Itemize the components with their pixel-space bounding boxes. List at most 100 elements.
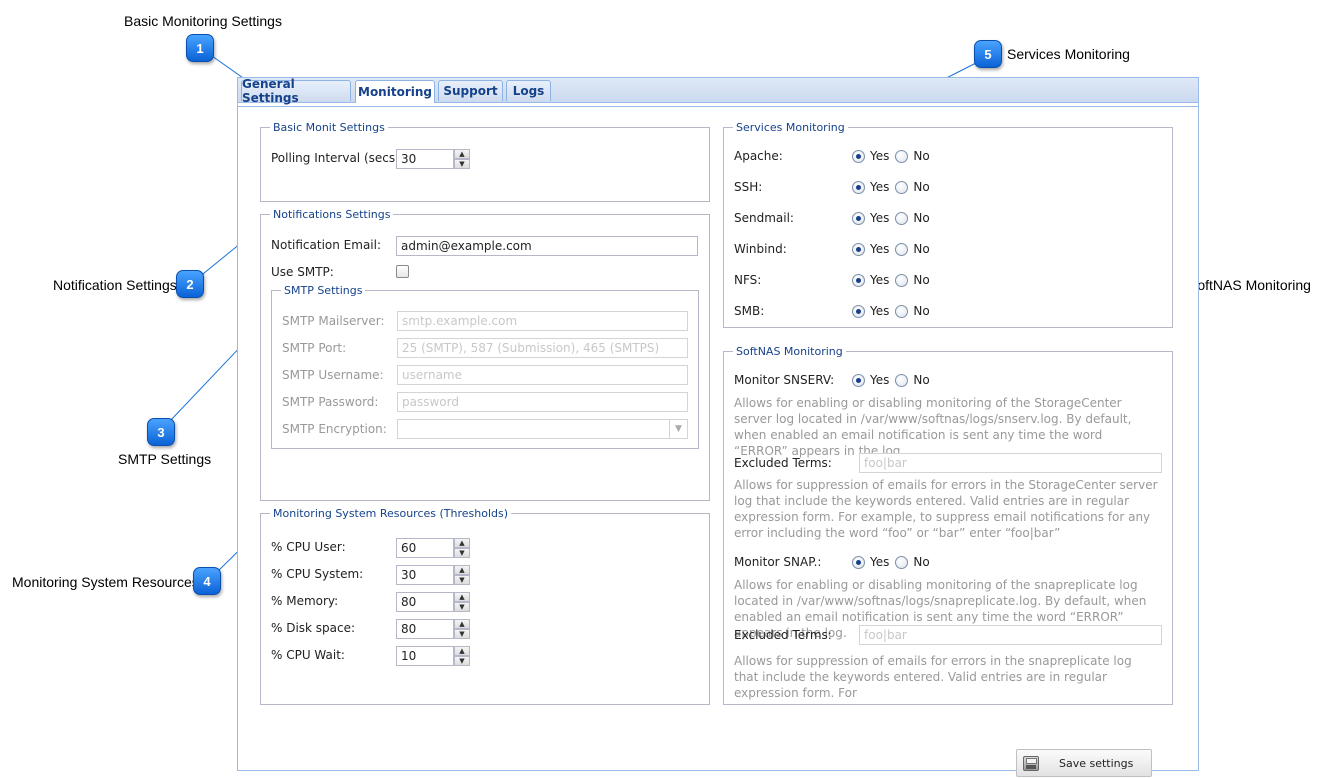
monitor-snap-no-radio[interactable]: [895, 555, 909, 569]
service-smb-yes-radio[interactable]: [852, 304, 865, 318]
service-winbind-yes-radio[interactable]: [852, 242, 865, 256]
yes-label: Yes: [870, 555, 890, 569]
service-nfs-radio-group: Yes No: [852, 273, 936, 287]
excluded-terms-help-1: Allows for suppression of emails for err…: [734, 478, 1158, 540]
cpu-wait-spinner: 10 ▲ ▼: [396, 646, 470, 666]
yes-label: Yes: [870, 211, 890, 225]
annotation-badge-4: 4: [193, 567, 221, 595]
tab-strip: General Settings Monitoring Support Logs: [238, 77, 1198, 105]
monitor-snap-radio-group: Yes No: [852, 555, 936, 569]
spin-down-arrow-icon[interactable]: ▼: [454, 159, 470, 169]
annotation-badge-3: 3: [147, 418, 175, 446]
monitor-snserv-yes-radio[interactable]: [852, 373, 865, 387]
disk-space-input[interactable]: 80: [396, 619, 454, 639]
save-settings-button[interactable]: Save settings: [1016, 749, 1152, 777]
polling-interval-input[interactable]: 30: [396, 149, 454, 169]
monitor-snap-yes-radio[interactable]: [852, 555, 865, 569]
memory-input[interactable]: 80: [396, 592, 454, 612]
spin-down-arrow-icon[interactable]: ▼: [454, 629, 470, 639]
resources-fieldset: Monitoring System Resources (Thresholds)…: [260, 507, 710, 705]
services-fieldset: Services Monitoring Apache: Yes No SSH: …: [723, 121, 1173, 328]
service-apache-yes-radio[interactable]: [852, 149, 865, 163]
monitor-snserv-no-radio[interactable]: [895, 373, 909, 387]
disk-space-spinner: 80 ▲ ▼: [396, 619, 470, 639]
service-nfs-no-radio[interactable]: [895, 273, 909, 287]
spin-up-arrow-icon[interactable]: ▲: [454, 149, 470, 159]
monitor-snserv-radio-group: Yes No: [852, 373, 936, 387]
service-sendmail-radio-group: Yes No: [852, 211, 936, 225]
snserv-help-text: Allows for enabling or disabling monitor…: [734, 396, 1132, 458]
monitoring-panel: Basic Monit Settings Polling Interval (s…: [238, 106, 1198, 777]
no-label: No: [913, 555, 930, 569]
spin-up-arrow-icon[interactable]: ▲: [454, 538, 470, 548]
spin-up-arrow-icon[interactable]: ▲: [454, 592, 470, 602]
polling-interval-spinner: 30 ▲ ▼: [396, 149, 470, 169]
tab-general-settings[interactable]: General Settings: [241, 77, 351, 105]
disk-icon: [1023, 756, 1039, 771]
spin-down-arrow-icon[interactable]: ▼: [454, 548, 470, 558]
polling-interval-label: Polling Interval (secs):: [271, 151, 404, 165]
yes-label: Yes: [870, 242, 890, 256]
excluded-terms-input-1[interactable]: foo|bar: [859, 453, 1162, 473]
tab-monitoring[interactable]: Monitoring: [355, 80, 435, 103]
yes-label: Yes: [870, 304, 890, 318]
spin-up-arrow-icon[interactable]: ▲: [454, 619, 470, 629]
service-ssh-no-radio[interactable]: [895, 180, 909, 194]
settings-window: General Settings Monitoring Support Logs…: [237, 77, 1199, 777]
notification-email-input[interactable]: admin@example.com: [396, 236, 698, 256]
service-nfs-label: NFS:: [734, 273, 762, 287]
cpu-system-spinner: 30 ▲ ▼: [396, 565, 470, 585]
service-ssh-yes-radio[interactable]: [852, 180, 865, 194]
monitor-snserv-label: Monitor SNSERV:: [734, 373, 835, 387]
excluded-terms-label-1: Excluded Terms:: [734, 456, 832, 470]
excluded-terms-input-2[interactable]: foo|bar: [859, 625, 1162, 645]
tab-support[interactable]: Support: [438, 80, 503, 101]
annotation-label-5: Services Monitoring: [1007, 46, 1130, 62]
annotation-badge-5: 5: [974, 40, 1002, 68]
services-legend: Services Monitoring: [736, 121, 845, 134]
tab-logs[interactable]: Logs: [506, 80, 551, 101]
smtp-port-label: SMTP Port:: [282, 341, 347, 355]
smtp-mailserver-label: SMTP Mailserver:: [282, 314, 385, 328]
cpu-wait-input[interactable]: 10: [396, 646, 454, 666]
annotation-label-4: Monitoring System Resources: [12, 574, 199, 590]
service-sendmail-no-radio[interactable]: [895, 211, 909, 225]
smtp-password-label: SMTP Password:: [282, 395, 379, 409]
yes-label: Yes: [870, 273, 890, 287]
spin-down-arrow-icon[interactable]: ▼: [454, 575, 470, 585]
smtp-fieldset: SMTP Settings SMTP Mailserver: smtp.exam…: [271, 284, 699, 449]
smtp-password-input[interactable]: password: [397, 392, 688, 412]
memory-spinner: 80 ▲ ▼: [396, 592, 470, 612]
spin-up-arrow-icon[interactable]: ▲: [454, 565, 470, 575]
spin-up-arrow-icon[interactable]: ▲: [454, 646, 470, 656]
service-nfs-yes-radio[interactable]: [852, 273, 865, 287]
smtp-encryption-select[interactable]: ▼: [397, 419, 688, 439]
no-label: No: [913, 211, 930, 225]
monitor-snap-label: Monitor SNAP.:: [734, 555, 822, 569]
chevron-down-icon[interactable]: ▼: [669, 420, 687, 438]
annotation-label-2: Notification Settings: [53, 277, 177, 293]
service-winbind-no-radio[interactable]: [895, 242, 909, 256]
service-apache-label: Apache:: [734, 149, 783, 163]
smtp-username-input[interactable]: username: [397, 365, 688, 385]
service-smb-label: SMB:: [734, 304, 765, 318]
spin-down-arrow-icon[interactable]: ▼: [454, 656, 470, 666]
smtp-port-input[interactable]: 25 (SMTP), 587 (Submission), 465 (SMTPS): [397, 338, 688, 358]
smtp-mailserver-input[interactable]: smtp.example.com: [397, 311, 688, 331]
cpu-system-label: % CPU System:: [271, 567, 364, 581]
annotation-badge-2: 2: [176, 270, 204, 298]
use-smtp-checkbox[interactable]: [396, 265, 409, 278]
service-sendmail-yes-radio[interactable]: [852, 211, 865, 225]
cpu-wait-label: % CPU Wait:: [271, 648, 345, 662]
spin-down-arrow-icon[interactable]: ▼: [454, 602, 470, 612]
smtp-legend: SMTP Settings: [284, 284, 363, 297]
cpu-user-input[interactable]: 60: [396, 538, 454, 558]
service-sendmail-label: Sendmail:: [734, 211, 794, 225]
cpu-user-spinner: 60 ▲ ▼: [396, 538, 470, 558]
service-apache-no-radio[interactable]: [895, 149, 909, 163]
service-ssh-label: SSH:: [734, 180, 763, 194]
cpu-system-input[interactable]: 30: [396, 565, 454, 585]
yes-label: Yes: [870, 373, 890, 387]
memory-label: % Memory:: [271, 594, 339, 608]
service-smb-no-radio[interactable]: [895, 304, 909, 318]
